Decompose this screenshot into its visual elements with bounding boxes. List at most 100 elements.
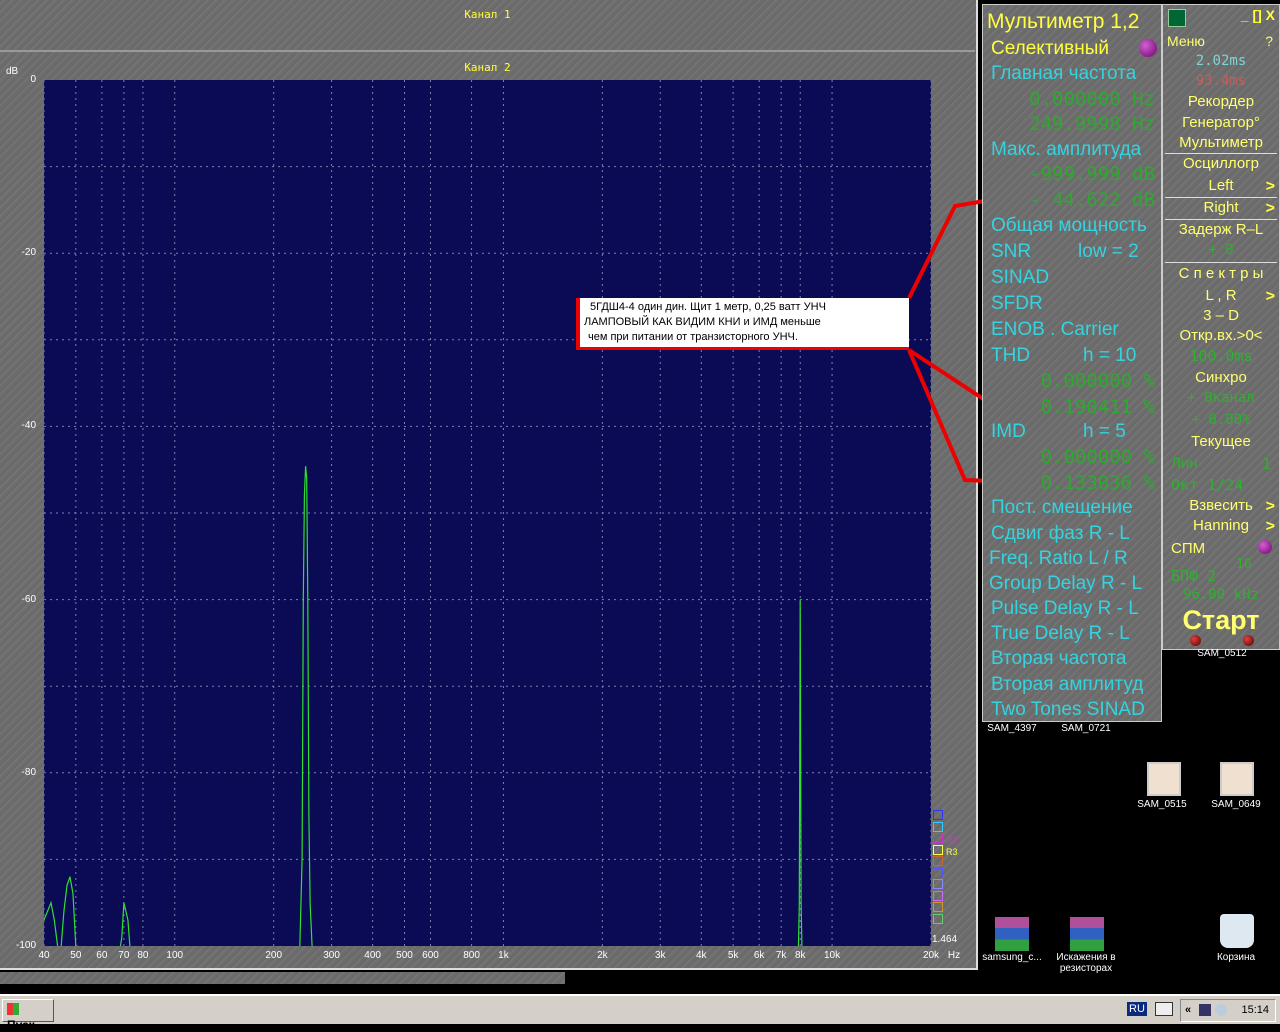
x-tick-label: 400 bbox=[364, 950, 381, 961]
max-amp-label[interactable]: Макс. амплитуда bbox=[991, 139, 1141, 161]
pulse-delay[interactable]: Pulse Delay R - L bbox=[991, 598, 1139, 620]
second-amp[interactable]: Вторая амплитуд bbox=[991, 674, 1143, 696]
winrar-archive-icon[interactable] bbox=[995, 917, 1029, 951]
desktop-icon-samsung[interactable]: samsung_c... bbox=[972, 952, 1052, 963]
desktop-icon-sam0721[interactable]: SAM_0721 bbox=[1046, 723, 1126, 734]
two-tones-sinad[interactable]: Two Tones SINAD bbox=[991, 699, 1145, 721]
imd[interactable]: IMD bbox=[991, 421, 1026, 443]
x-tick-label: 7k bbox=[775, 950, 787, 961]
oct-value[interactable]: Окт 1/24 bbox=[1171, 476, 1280, 494]
mode-selective[interactable]: Селективный bbox=[991, 38, 1109, 60]
y-tick-label: -40 bbox=[21, 420, 36, 432]
hanning-arrow-icon[interactable]: > bbox=[1266, 518, 1275, 536]
generator-button[interactable]: Генератор° bbox=[1163, 114, 1279, 131]
trace-slot[interactable] bbox=[933, 890, 943, 901]
desktop-icon-sam0515[interactable]: SAM_0515 bbox=[1122, 799, 1202, 810]
lr-button[interactable]: L , R bbox=[1163, 287, 1279, 304]
channel-divider[interactable] bbox=[0, 50, 975, 52]
language-indicator[interactable]: RU bbox=[1127, 1002, 1147, 1016]
right-button[interactable]: Right bbox=[1163, 199, 1279, 216]
start-button[interactable]: Пуск bbox=[2, 999, 54, 1032]
lr-arrow-icon[interactable]: > bbox=[1266, 288, 1275, 306]
x-tick-label: 60 bbox=[96, 950, 108, 961]
desktop-icon-recycle-bin[interactable]: Корзина bbox=[1196, 952, 1276, 963]
freq1-value: 0.000000 Hz bbox=[1029, 88, 1155, 110]
spm-led-icon[interactable] bbox=[1258, 540, 1272, 554]
update-icon[interactable] bbox=[1215, 1004, 1227, 1016]
taskbar: Пуск RU « 15:14 bbox=[0, 994, 1280, 1032]
snr[interactable]: SNR bbox=[991, 241, 1031, 263]
y-tick-label: -20 bbox=[21, 247, 36, 259]
snr-low[interactable]: low = 2 bbox=[1078, 241, 1139, 263]
group-delay[interactable]: Group Delay R - L bbox=[989, 573, 1142, 595]
left-button[interactable]: Left bbox=[1163, 177, 1279, 194]
total-power[interactable]: Общая мощность bbox=[991, 215, 1147, 237]
recorder-button[interactable]: Рекордер bbox=[1163, 93, 1279, 110]
multimeter-title: Мультиметр 1,2 bbox=[987, 10, 1140, 33]
trace-slot[interactable] bbox=[933, 913, 943, 924]
desktop-icon-sam0512[interactable]: SAM_0512 bbox=[1182, 648, 1262, 659]
trace-selector[interactable] bbox=[933, 810, 945, 925]
main-freq-label[interactable]: Главная частота bbox=[991, 63, 1136, 85]
sample-rate[interactable]: 96.00 kHz bbox=[1163, 587, 1279, 603]
trace-slot[interactable] bbox=[933, 844, 943, 855]
trace-slot[interactable] bbox=[933, 821, 943, 832]
multimeter-button[interactable]: Мультиметр bbox=[1163, 134, 1279, 151]
dc-offset[interactable]: Пост. смещение bbox=[991, 497, 1133, 519]
freq-ratio[interactable]: Freq. Ratio L / R bbox=[989, 548, 1128, 570]
time-1: 2.02ms bbox=[1195, 53, 1247, 69]
winrar-archive-icon[interactable] bbox=[1070, 917, 1104, 951]
recycle-bin-icon[interactable] bbox=[1220, 914, 1254, 948]
trace-slot[interactable] bbox=[933, 867, 943, 878]
right-indicator-led-icon bbox=[1243, 635, 1254, 646]
window-hanning[interactable]: Hanning bbox=[1163, 517, 1279, 534]
desktop-icon-sam4397[interactable]: SAM_4397 bbox=[972, 723, 1052, 734]
image-file-icon[interactable] bbox=[1220, 762, 1254, 796]
enob[interactable]: ENOB . Carrier bbox=[991, 319, 1119, 341]
trace-slot[interactable] bbox=[933, 810, 943, 820]
window-controls[interactable]: _ [] X bbox=[1241, 7, 1275, 23]
keyboard-icon[interactable] bbox=[1155, 1002, 1173, 1016]
sinad[interactable]: SINAD bbox=[991, 267, 1049, 289]
selective-led-icon[interactable] bbox=[1139, 39, 1157, 57]
current-label[interactable]: Текущее bbox=[1163, 433, 1279, 450]
trace-slot[interactable] bbox=[933, 856, 943, 866]
sfdr[interactable]: SFDR bbox=[991, 293, 1043, 315]
trace-slot[interactable] bbox=[933, 879, 943, 889]
app-logo-icon bbox=[1168, 9, 1186, 27]
thd[interactable]: THD bbox=[991, 345, 1030, 367]
left-arrow-icon[interactable]: > bbox=[1266, 178, 1275, 196]
r3-label: R3 bbox=[946, 847, 958, 857]
trace-slot[interactable] bbox=[933, 833, 943, 843]
x-tick-label: 300 bbox=[323, 950, 340, 961]
second-freq[interactable]: Вторая частота bbox=[991, 648, 1126, 670]
start-button[interactable]: Старт bbox=[1163, 605, 1279, 636]
imd1-value: 0.000000 % bbox=[1040, 446, 1155, 468]
help-button[interactable]: ? bbox=[1157, 33, 1273, 49]
open-input[interactable]: Откр.вх.>0< bbox=[1163, 327, 1279, 344]
annotation-line: ЛАМПОВЫЙ КАК ВИДИМ КНИ и ИМД меньше bbox=[584, 316, 821, 328]
trace-slot[interactable] bbox=[933, 902, 943, 912]
image-file-icon[interactable] bbox=[1147, 762, 1181, 796]
thd-h[interactable]: h = 10 bbox=[1083, 345, 1136, 367]
sync-label[interactable]: Синхро bbox=[1163, 369, 1279, 386]
clock[interactable]: 15:14 bbox=[1241, 1004, 1269, 1016]
spectra-label[interactable]: С п е к т р ы bbox=[1163, 265, 1279, 282]
right-arrow-icon[interactable]: > bbox=[1266, 200, 1275, 218]
phase-shift[interactable]: Сдвиг фаз R - L bbox=[991, 523, 1130, 545]
show-hidden-icons[interactable]: « bbox=[1185, 1004, 1191, 1016]
spectrum-plot[interactable] bbox=[44, 80, 931, 946]
amp2-value: - 44.622 dB bbox=[1029, 189, 1155, 211]
desktop-icon-sam0649[interactable]: SAM_0649 bbox=[1196, 799, 1276, 810]
oscillograph-button[interactable]: Осциллогр bbox=[1163, 155, 1279, 172]
desktop-icon-distortion[interactable]: Искажения в резисторах bbox=[1046, 952, 1126, 974]
x-tick-label: 800 bbox=[463, 950, 480, 961]
weigh-arrow-icon[interactable]: > bbox=[1266, 498, 1275, 516]
imd-h[interactable]: h = 5 bbox=[1083, 421, 1126, 443]
network-icon[interactable] bbox=[1199, 1004, 1211, 1016]
3d-button[interactable]: 3 – D bbox=[1163, 307, 1279, 324]
weigh-button[interactable]: Взвесить bbox=[1163, 497, 1279, 514]
true-delay[interactable]: True Delay R - L bbox=[991, 623, 1130, 645]
delay-label[interactable]: Задерж R–L bbox=[1163, 221, 1279, 238]
x-tick-label: 4k bbox=[696, 950, 707, 961]
